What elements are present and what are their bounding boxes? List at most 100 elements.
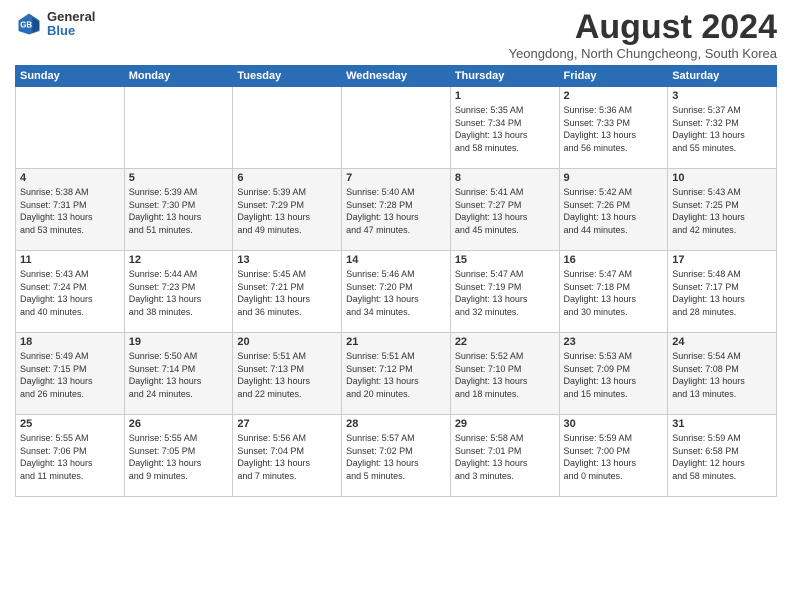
calendar-cell-w0-d1 xyxy=(124,87,233,169)
week-row-2: 11 Sunrise: 5:43 AM Sunset: 7:24 PM Dayli… xyxy=(16,251,777,333)
day-info: Sunrise: 5:50 AM Sunset: 7:14 PM Dayligh… xyxy=(129,350,229,400)
day-info: Sunrise: 5:55 AM Sunset: 7:06 PM Dayligh… xyxy=(20,432,120,482)
day-number: 14 xyxy=(346,254,446,266)
day-number: 9 xyxy=(564,172,664,184)
calendar-cell-w4-d1: 26 Sunrise: 5:55 AM Sunset: 7:05 PM Dayli… xyxy=(124,415,233,497)
calendar-cell-w2-d0: 11 Sunrise: 5:43 AM Sunset: 7:24 PM Dayli… xyxy=(16,251,125,333)
day-number: 17 xyxy=(672,254,772,266)
day-number: 29 xyxy=(455,418,555,430)
calendar-cell-w2-d6: 17 Sunrise: 5:48 AM Sunset: 7:17 PM Dayli… xyxy=(668,251,777,333)
day-info: Sunrise: 5:57 AM Sunset: 7:02 PM Dayligh… xyxy=(346,432,446,482)
day-number: 22 xyxy=(455,336,555,348)
day-number: 23 xyxy=(564,336,664,348)
day-number: 15 xyxy=(455,254,555,266)
svg-text:GB: GB xyxy=(20,21,32,30)
day-number: 3 xyxy=(672,90,772,102)
calendar-cell-w1-d5: 9 Sunrise: 5:42 AM Sunset: 7:26 PM Daylig… xyxy=(559,169,668,251)
calendar-cell-w4-d2: 27 Sunrise: 5:56 AM Sunset: 7:04 PM Dayli… xyxy=(233,415,342,497)
logo-text: General Blue xyxy=(47,10,95,39)
calendar-cell-w0-d6: 3 Sunrise: 5:37 AM Sunset: 7:32 PM Daylig… xyxy=(668,87,777,169)
logo-general: General xyxy=(47,10,95,24)
calendar-cell-w4-d4: 29 Sunrise: 5:58 AM Sunset: 7:01 PM Dayli… xyxy=(450,415,559,497)
day-info: Sunrise: 5:39 AM Sunset: 7:30 PM Dayligh… xyxy=(129,186,229,236)
week-row-0: 1 Sunrise: 5:35 AM Sunset: 7:34 PM Daylig… xyxy=(16,87,777,169)
logo-icon: GB xyxy=(15,10,43,38)
day-number: 1 xyxy=(455,90,555,102)
calendar-cell-w0-d3 xyxy=(342,87,451,169)
day-number: 7 xyxy=(346,172,446,184)
logo: GB General Blue xyxy=(15,10,95,39)
calendar: Sunday Monday Tuesday Wednesday Thursday… xyxy=(15,65,777,497)
day-number: 25 xyxy=(20,418,120,430)
calendar-cell-w4-d5: 30Sunrise: 5:59 AM Sunset: 7:00 PM Dayli… xyxy=(559,415,668,497)
calendar-cell-w4-d3: 28 Sunrise: 5:57 AM Sunset: 7:02 PM Dayli… xyxy=(342,415,451,497)
day-number: 31 xyxy=(672,418,772,430)
calendar-cell-w4-d0: 25 Sunrise: 5:55 AM Sunset: 7:06 PM Dayli… xyxy=(16,415,125,497)
calendar-cell-w3-d4: 22 Sunrise: 5:52 AM Sunset: 7:10 PM Dayli… xyxy=(450,333,559,415)
calendar-cell-w2-d1: 12Sunrise: 5:44 AM Sunset: 7:23 PM Dayli… xyxy=(124,251,233,333)
day-number: 19 xyxy=(129,336,229,348)
calendar-cell-w1-d2: 6Sunrise: 5:39 AM Sunset: 7:29 PM Daylig… xyxy=(233,169,342,251)
calendar-cell-w3-d2: 20Sunrise: 5:51 AM Sunset: 7:13 PM Dayli… xyxy=(233,333,342,415)
calendar-cell-w4-d6: 31 Sunrise: 5:59 AM Sunset: 6:58 PM Dayli… xyxy=(668,415,777,497)
day-number: 27 xyxy=(237,418,337,430)
header-tuesday: Tuesday xyxy=(233,66,342,87)
calendar-cell-w3-d6: 24 Sunrise: 5:54 AM Sunset: 7:08 PM Dayli… xyxy=(668,333,777,415)
month-title: August 2024 xyxy=(509,10,777,44)
day-info: Sunrise: 5:51 AM Sunset: 7:12 PM Dayligh… xyxy=(346,350,446,400)
day-number: 2 xyxy=(564,90,664,102)
day-number: 24 xyxy=(672,336,772,348)
calendar-cell-w0-d4: 1 Sunrise: 5:35 AM Sunset: 7:34 PM Daylig… xyxy=(450,87,559,169)
day-info: Sunrise: 5:51 AM Sunset: 7:13 PM Dayligh… xyxy=(237,350,337,400)
day-info: Sunrise: 5:59 AM Sunset: 7:00 PM Dayligh… xyxy=(564,432,664,482)
week-row-4: 25 Sunrise: 5:55 AM Sunset: 7:06 PM Dayli… xyxy=(16,415,777,497)
calendar-cell-w1-d3: 7 Sunrise: 5:40 AM Sunset: 7:28 PM Daylig… xyxy=(342,169,451,251)
day-info: Sunrise: 5:39 AM Sunset: 7:29 PM Dayligh… xyxy=(237,186,337,236)
weekday-header-row: Sunday Monday Tuesday Wednesday Thursday… xyxy=(16,66,777,87)
title-section: August 2024 Yeongdong, North Chungcheong… xyxy=(509,10,777,61)
header-thursday: Thursday xyxy=(450,66,559,87)
day-info: Sunrise: 5:59 AM Sunset: 6:58 PM Dayligh… xyxy=(672,432,772,482)
day-info: Sunrise: 5:40 AM Sunset: 7:28 PM Dayligh… xyxy=(346,186,446,236)
day-number: 11 xyxy=(20,254,120,266)
logo-blue: Blue xyxy=(47,24,95,38)
day-info: Sunrise: 5:52 AM Sunset: 7:10 PM Dayligh… xyxy=(455,350,555,400)
day-info: Sunrise: 5:42 AM Sunset: 7:26 PM Dayligh… xyxy=(564,186,664,236)
calendar-cell-w0-d2 xyxy=(233,87,342,169)
calendar-cell-w1-d6: 10 Sunrise: 5:43 AM Sunset: 7:25 PM Dayli… xyxy=(668,169,777,251)
calendar-cell-w1-d0: 4Sunrise: 5:38 AM Sunset: 7:31 PM Daylig… xyxy=(16,169,125,251)
day-info: Sunrise: 5:47 AM Sunset: 7:18 PM Dayligh… xyxy=(564,268,664,318)
day-number: 28 xyxy=(346,418,446,430)
day-number: 18 xyxy=(20,336,120,348)
calendar-cell-w3-d1: 19 Sunrise: 5:50 AM Sunset: 7:14 PM Dayli… xyxy=(124,333,233,415)
day-info: Sunrise: 5:55 AM Sunset: 7:05 PM Dayligh… xyxy=(129,432,229,482)
day-number: 5 xyxy=(129,172,229,184)
week-row-1: 4Sunrise: 5:38 AM Sunset: 7:31 PM Daylig… xyxy=(16,169,777,251)
calendar-cell-w2-d5: 16Sunrise: 5:47 AM Sunset: 7:18 PM Dayli… xyxy=(559,251,668,333)
day-info: Sunrise: 5:54 AM Sunset: 7:08 PM Dayligh… xyxy=(672,350,772,400)
header-sunday: Sunday xyxy=(16,66,125,87)
calendar-cell-w0-d5: 2 Sunrise: 5:36 AM Sunset: 7:33 PM Daylig… xyxy=(559,87,668,169)
header: GB General Blue August 2024 Yeongdong, N… xyxy=(15,10,777,61)
day-info: Sunrise: 5:58 AM Sunset: 7:01 PM Dayligh… xyxy=(455,432,555,482)
day-info: Sunrise: 5:47 AM Sunset: 7:19 PM Dayligh… xyxy=(455,268,555,318)
day-info: Sunrise: 5:35 AM Sunset: 7:34 PM Dayligh… xyxy=(455,104,555,154)
day-info: Sunrise: 5:48 AM Sunset: 7:17 PM Dayligh… xyxy=(672,268,772,318)
day-info: Sunrise: 5:41 AM Sunset: 7:27 PM Dayligh… xyxy=(455,186,555,236)
day-info: Sunrise: 5:38 AM Sunset: 7:31 PM Dayligh… xyxy=(20,186,120,236)
day-info: Sunrise: 5:53 AM Sunset: 7:09 PM Dayligh… xyxy=(564,350,664,400)
day-number: 26 xyxy=(129,418,229,430)
calendar-cell-w2-d4: 15 Sunrise: 5:47 AM Sunset: 7:19 PM Dayli… xyxy=(450,251,559,333)
day-info: Sunrise: 5:36 AM Sunset: 7:33 PM Dayligh… xyxy=(564,104,664,154)
header-friday: Friday xyxy=(559,66,668,87)
day-info: Sunrise: 5:43 AM Sunset: 7:25 PM Dayligh… xyxy=(672,186,772,236)
day-info: Sunrise: 5:45 AM Sunset: 7:21 PM Dayligh… xyxy=(237,268,337,318)
header-monday: Monday xyxy=(124,66,233,87)
day-info: Sunrise: 5:56 AM Sunset: 7:04 PM Dayligh… xyxy=(237,432,337,482)
day-number: 10 xyxy=(672,172,772,184)
day-info: Sunrise: 5:44 AM Sunset: 7:23 PM Dayligh… xyxy=(129,268,229,318)
calendar-cell-w3-d0: 18Sunrise: 5:49 AM Sunset: 7:15 PM Dayli… xyxy=(16,333,125,415)
day-info: Sunrise: 5:43 AM Sunset: 7:24 PM Dayligh… xyxy=(20,268,120,318)
day-info: Sunrise: 5:37 AM Sunset: 7:32 PM Dayligh… xyxy=(672,104,772,154)
calendar-cell-w1-d1: 5 Sunrise: 5:39 AM Sunset: 7:30 PM Daylig… xyxy=(124,169,233,251)
